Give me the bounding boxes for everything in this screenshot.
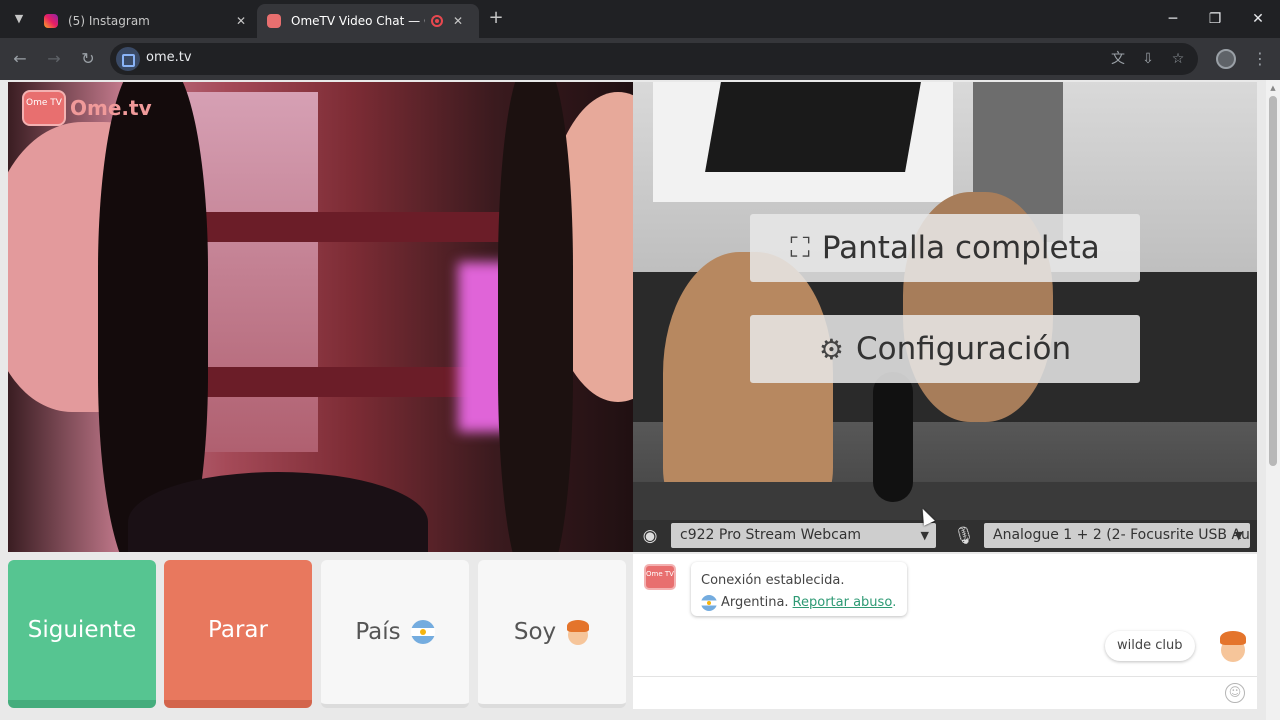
tab-search-icon[interactable]: ▼ — [8, 8, 30, 30]
chevron-down-icon: ▼ — [1234, 529, 1243, 542]
self-video: ⛶ Pantalla completa ⚙ Configuración — [633, 82, 1257, 552]
close-tab-icon[interactable]: ✕ — [453, 14, 463, 28]
back-button[interactable]: ← — [8, 47, 32, 71]
stranger-country: Argentina. — [721, 595, 789, 610]
microphone-value: Analogue 1 + 2 (2- Focusrite USB Audio) — [993, 527, 1250, 543]
tab-instagram[interactable]: (5) Instagram ✕ — [34, 4, 256, 38]
page-scrollbar[interactable]: ▲ — [1266, 80, 1280, 720]
argentina-flag-icon — [410, 620, 435, 644]
new-tab-button[interactable]: + — [486, 8, 506, 28]
connection-status: Conexión establecida. — [701, 573, 845, 588]
emoji-icon[interactable]: ☺ — [1225, 683, 1245, 703]
settings-button[interactable]: ⚙ Configuración — [750, 315, 1140, 383]
stranger-video: Ome TV Ome.tv — [8, 82, 633, 552]
system-message: Conexión establecida. Argentina. Reporta… — [691, 562, 907, 616]
scroll-thumb[interactable] — [1269, 96, 1277, 466]
microphone-icon: 🎙 — [953, 526, 975, 546]
ometv-logo-icon: Ome TV — [644, 564, 676, 590]
gender-button[interactable]: Soy — [478, 560, 626, 708]
logo-text: Ome.tv — [70, 96, 152, 120]
close-window-button[interactable]: ✕ — [1243, 6, 1273, 32]
chat-input[interactable]: ☺ — [633, 676, 1257, 709]
device-bar: ◉ c922 Pro Stream Webcam ▼ 🎙 Analogue 1 … — [633, 520, 1257, 552]
country-button[interactable]: País — [321, 560, 469, 708]
recording-icon — [431, 15, 443, 27]
tab-title: (5) Instagram — [68, 14, 150, 28]
browser-toolbar: ← → ↻ ome.tv 文 ⇩ ☆ ⋮ — [0, 38, 1280, 80]
argentina-flag-icon — [701, 595, 717, 611]
gear-icon: ⚙ — [818, 332, 844, 366]
microphone-select[interactable]: Analogue 1 + 2 (2- Focusrite USB Audio) … — [984, 523, 1250, 548]
menu-icon[interactable]: ⋮ — [1252, 49, 1268, 69]
ometv-logo: Ome TV Ome.tv — [22, 90, 152, 126]
own-message: wilde club — [1105, 631, 1195, 661]
translate-icon[interactable]: 文 — [1108, 49, 1128, 69]
camera-value: c922 Pro Stream Webcam — [680, 527, 862, 543]
boy-icon — [566, 619, 590, 645]
page: Ome TV Ome.tv ⛶ Pantalla completa ⚙ Conf… — [0, 80, 1280, 720]
settings-label: Configuración — [855, 331, 1072, 367]
bookmark-star-icon[interactable]: ☆ — [1168, 49, 1188, 69]
tab-title: OmeTV Video Chat — Ome — [291, 14, 425, 28]
fullscreen-icon: ⛶ — [790, 231, 810, 264]
site-info-icon[interactable] — [116, 47, 140, 71]
address-bar[interactable]: ome.tv — [110, 43, 1198, 75]
install-icon[interactable]: ⇩ — [1138, 49, 1158, 69]
fullscreen-button[interactable]: ⛶ Pantalla completa — [750, 214, 1140, 282]
chevron-down-icon: ▼ — [920, 529, 929, 542]
report-abuse-link[interactable]: Reportar abuso — [793, 592, 893, 614]
stop-button[interactable]: Parar — [164, 560, 312, 708]
url-text: ome.tv — [146, 50, 192, 65]
restore-button[interactable]: ❐ — [1200, 6, 1230, 32]
tab-ometv[interactable]: OmeTV Video Chat — Ome ✕ — [257, 4, 479, 38]
scroll-up-icon[interactable]: ▲ — [1269, 84, 1277, 92]
gender-label: Soy — [513, 619, 557, 645]
chat-panel: Ome TV Conexión establecida. Argentina. … — [633, 554, 1257, 709]
forward-button[interactable]: → — [42, 47, 66, 71]
close-tab-icon[interactable]: ✕ — [236, 14, 246, 28]
next-label: Siguiente — [27, 617, 137, 643]
ometv-logo-icon: Ome TV — [22, 90, 66, 126]
minimize-button[interactable]: ─ — [1158, 6, 1188, 32]
country-label: País — [355, 619, 401, 645]
instagram-favicon-icon — [44, 14, 58, 28]
ometv-favicon-icon — [267, 14, 281, 28]
user-avatar-boy-icon — [1219, 630, 1246, 662]
fullscreen-label: Pantalla completa — [821, 230, 1100, 266]
stop-label: Parar — [208, 617, 268, 643]
reload-button[interactable]: ↻ — [76, 47, 100, 71]
report-suffix: . — [892, 595, 897, 610]
tab-strip: ▼ (5) Instagram ✕ OmeTV Video Chat — Ome… — [0, 0, 1280, 38]
webcam-icon: ◉ — [642, 526, 658, 546]
next-button[interactable]: Siguiente — [8, 560, 156, 708]
profile-icon[interactable] — [1216, 49, 1236, 69]
camera-select[interactable]: c922 Pro Stream Webcam ▼ — [671, 523, 936, 548]
